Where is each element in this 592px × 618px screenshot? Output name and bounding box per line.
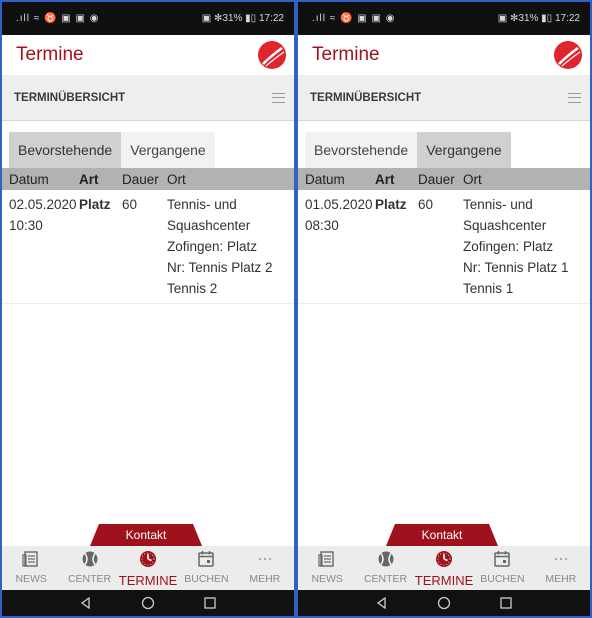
nav-item-termine[interactable]: TERMINE <box>118 546 178 590</box>
nav-item-buchen[interactable]: BUCHEN <box>473 546 531 590</box>
tennis-ball-logo-icon[interactable] <box>552 39 584 71</box>
calendar-icon <box>198 551 215 567</box>
column-header-dauer[interactable]: Dauer <box>122 172 167 187</box>
nav-item-news[interactable]: NEWS <box>2 546 60 590</box>
android-navigation-bar <box>2 590 294 616</box>
nav-item-center[interactable]: CENTER <box>60 546 118 590</box>
app-bar: Termine <box>2 35 294 75</box>
section-title: TERMINÜBERSICHT <box>14 91 126 104</box>
nav-item-news[interactable]: NEWS <box>298 546 356 590</box>
tab-bevorstehende[interactable]: Bevorstehende <box>305 132 418 168</box>
column-header-dauer[interactable]: Dauer <box>418 172 463 187</box>
clock-icon <box>140 551 156 567</box>
tab-bar: Bevorstehende Vergangene <box>2 121 294 168</box>
nav-item-center[interactable]: CENTER <box>356 546 414 590</box>
table-row[interactable]: 01.05.2020 08:30 Platz 60 Tennis- und Sq… <box>298 190 590 304</box>
back-icon[interactable] <box>79 596 93 610</box>
column-header-ort[interactable]: Ort <box>463 172 590 187</box>
more-dots-icon <box>258 557 272 561</box>
column-header-art[interactable]: Art <box>375 172 418 187</box>
page-title: Termine <box>312 44 380 65</box>
comparison-frame: .ıll ≈ ♉ ▣ ▣ ◉ ▣ ✻31% ▮▯ 17:22 Termine T… <box>0 0 592 618</box>
news-icon <box>318 551 334 567</box>
nav-label-termine: TERMINE <box>414 573 474 588</box>
table-header: Datum Art Dauer Ort <box>298 168 590 190</box>
cell-art: Platz <box>79 197 111 212</box>
kontakt-button[interactable]: Kontakt <box>386 524 498 546</box>
table-header: Datum Art Dauer Ort <box>2 168 294 190</box>
nav-label-termine: TERMINE <box>118 573 178 588</box>
more-dots-icon <box>554 557 568 561</box>
status-icons: .ıll ≈ ♉ ▣ ▣ ◉ <box>16 13 100 24</box>
status-bar: .ıll ≈ ♉ ▣ ▣ ◉ ▣ ✻31% ▮▯ 17:22 <box>2 2 294 35</box>
cell-dauer: 60 <box>418 197 434 212</box>
hamburger-menu-icon[interactable] <box>272 92 285 103</box>
phone-screen-upcoming: .ıll ≈ ♉ ▣ ▣ ◉ ▣ ✻31% ▮▯ 17:22 Termine T… <box>2 2 294 616</box>
phone-screen-past: .ıll ≈ ♉ ▣ ▣ ◉ ▣ ✻31% ▮▯ 17:22 Termine T… <box>298 2 590 616</box>
section-header: TERMINÜBERSICHT <box>2 75 294 121</box>
news-icon <box>22 551 38 567</box>
nav-item-termine[interactable]: TERMINE <box>414 546 474 590</box>
column-header-datum[interactable]: Datum <box>2 172 79 187</box>
android-navigation-bar <box>298 590 590 616</box>
column-header-ort[interactable]: Ort <box>167 172 294 187</box>
section-header: TERMINÜBERSICHT <box>298 75 590 121</box>
column-header-datum[interactable]: Datum <box>298 172 375 187</box>
nav-label-buchen: BUCHEN <box>480 573 525 585</box>
cell-datum: 02.05.2020 10:30 <box>9 197 77 233</box>
tab-bar: Bevorstehende Vergangene <box>298 121 590 168</box>
tennis-ball-logo-icon[interactable] <box>256 39 288 71</box>
nav-label-buchen: BUCHEN <box>184 573 229 585</box>
nav-item-buchen[interactable]: BUCHEN <box>177 546 235 590</box>
nav-label-news: NEWS <box>15 573 47 585</box>
cell-ort: Tennis- und Squashcenter Zofingen: Platz… <box>463 197 569 296</box>
section-title: TERMINÜBERSICHT <box>310 91 422 104</box>
nav-item-mehr[interactable]: MEHR <box>236 546 294 590</box>
tennis-ball-icon <box>82 551 98 567</box>
kontakt-button[interactable]: Kontakt <box>90 524 202 546</box>
cell-art: Platz <box>375 197 407 212</box>
home-icon[interactable] <box>437 596 451 610</box>
tab-vergangene[interactable]: Vergangene <box>417 132 511 168</box>
recent-apps-icon[interactable] <box>203 596 217 610</box>
nav-label-news: NEWS <box>311 573 343 585</box>
cell-dauer: 60 <box>122 197 138 212</box>
hamburger-menu-icon[interactable] <box>568 92 581 103</box>
nav-label-mehr: MEHR <box>249 573 281 585</box>
column-header-art[interactable]: Art <box>79 172 122 187</box>
bottom-navigation: NEWS CENTER TERMINE BUCHEN MEHR <box>298 546 590 590</box>
status-battery-time: ▣ ✻31% ▮▯ 17:22 <box>201 13 284 24</box>
nav-label-mehr: MEHR <box>545 573 577 585</box>
cell-datum: 01.05.2020 08:30 <box>305 197 373 233</box>
cell-ort: Tennis- und Squashcenter Zofingen: Platz… <box>167 197 273 296</box>
calendar-icon <box>494 551 511 567</box>
status-icons: .ıll ≈ ♉ ▣ ▣ ◉ <box>312 13 396 24</box>
app-bar: Termine <box>298 35 590 75</box>
bottom-navigation: NEWS CENTER TERMINE BUCHEN MEHR <box>2 546 294 590</box>
status-bar: .ıll ≈ ♉ ▣ ▣ ◉ ▣ ✻31% ▮▯ 17:22 <box>298 2 590 35</box>
page-title: Termine <box>16 44 84 65</box>
recent-apps-icon[interactable] <box>499 596 513 610</box>
tab-bevorstehende[interactable]: Bevorstehende <box>9 132 122 168</box>
nav-label-center: CENTER <box>67 573 112 585</box>
clock-icon <box>436 551 452 567</box>
nav-item-mehr[interactable]: MEHR <box>532 546 590 590</box>
tennis-ball-icon <box>378 551 394 567</box>
nav-label-center: CENTER <box>363 573 408 585</box>
table-row[interactable]: 02.05.2020 10:30 Platz 60 Tennis- und Sq… <box>2 190 294 304</box>
back-icon[interactable] <box>375 596 389 610</box>
tab-vergangene[interactable]: Vergangene <box>121 132 215 168</box>
home-icon[interactable] <box>141 596 155 610</box>
status-battery-time: ▣ ✻31% ▮▯ 17:22 <box>497 13 580 24</box>
